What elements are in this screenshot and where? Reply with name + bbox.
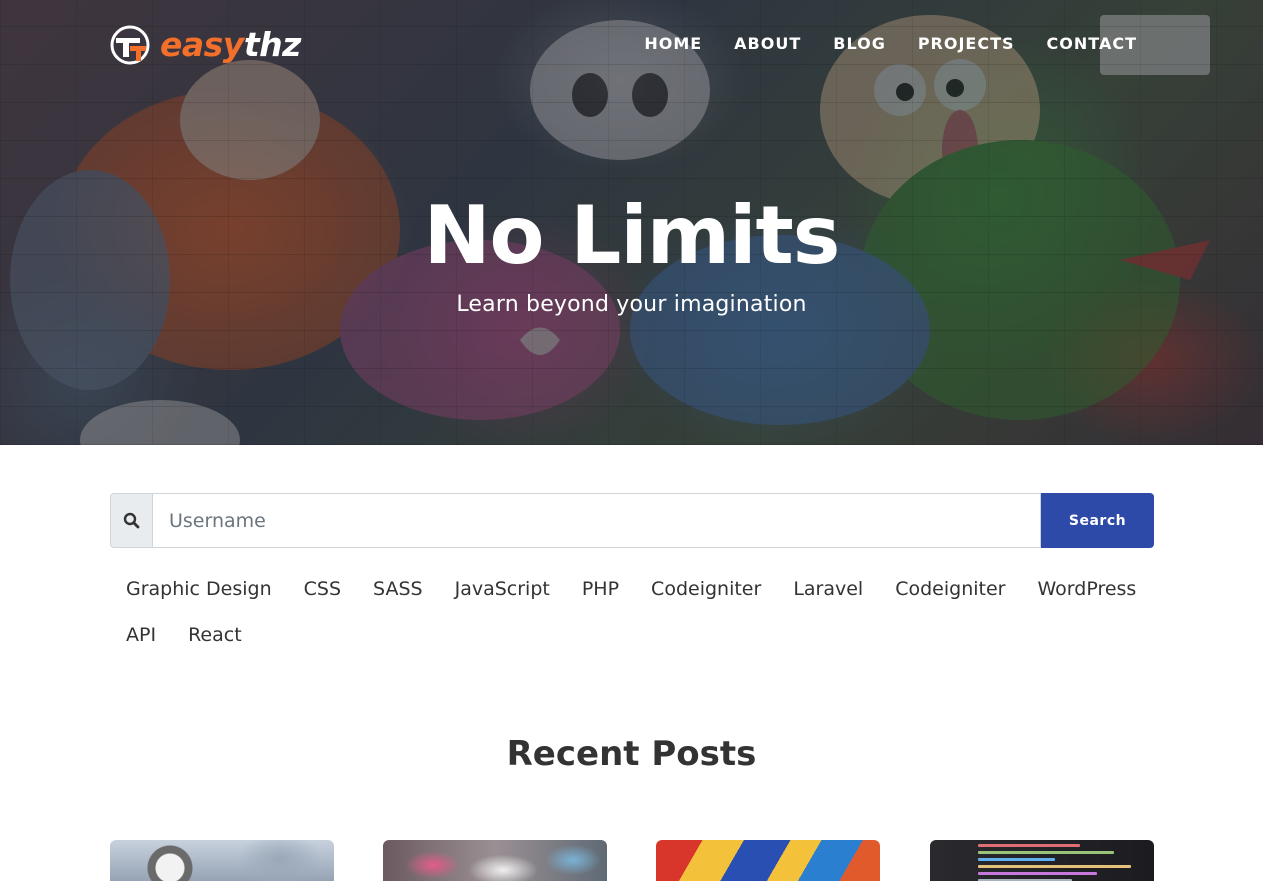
hero-subtitle: Learn beyond your imagination [456,292,807,317]
post-card-image-code-screen[interactable] [930,840,1154,881]
post-card-image-colorful-graffiti[interactable] [656,840,880,881]
tag-api[interactable]: API [110,612,172,658]
search-addon [110,493,152,548]
tag-codeigniter[interactable]: Codeigniter [635,566,777,612]
brand-name-part1: easy [160,25,244,64]
recent-posts-grid [110,840,1154,881]
nav-blog[interactable]: BLOG [833,33,886,55]
nav-projects[interactable]: PROJECTS [918,33,1015,55]
brand-logo[interactable]: easythz [110,24,301,66]
tag-javascript[interactable]: JavaScript [439,566,566,612]
tag-wordpress[interactable]: WordPress [1021,566,1152,612]
search-input[interactable] [152,493,1041,548]
tag-php[interactable]: PHP [566,566,635,612]
post-card-image-graffiti-wall[interactable] [383,840,607,881]
brand-name-part2: thz [243,25,301,64]
nav-home[interactable]: HOME [644,33,702,55]
post-card-image-astronaut[interactable] [110,840,334,881]
recent-posts-title: Recent Posts [506,734,757,774]
tag-graphic-design[interactable]: Graphic Design [110,566,288,612]
search-button[interactable]: Search [1041,493,1154,548]
logo-mark-icon [110,25,150,65]
tag-css[interactable]: CSS [288,566,357,612]
tag-codeigniter-2[interactable]: Codeigniter [879,566,1021,612]
tag-sass[interactable]: SASS [357,566,439,612]
search-bar: Search [110,493,1154,548]
hero-title: No Limits [423,189,841,282]
brand-name: easythz [160,25,301,65]
tag-list: Graphic Design CSS SASS JavaScript PHP C… [110,566,1160,658]
tag-react[interactable]: React [172,612,258,658]
code-lines-decoration [978,844,1148,881]
hero-banner: easythz HOME ABOUT BLOG PROJECTS CONTACT… [0,0,1263,445]
nav-contact[interactable]: CONTACT [1047,33,1137,55]
nav-about[interactable]: ABOUT [734,33,801,55]
tag-laravel[interactable]: Laravel [777,566,879,612]
main-nav: HOME ABOUT BLOG PROJECTS CONTACT [612,33,1137,55]
search-icon [123,512,140,529]
